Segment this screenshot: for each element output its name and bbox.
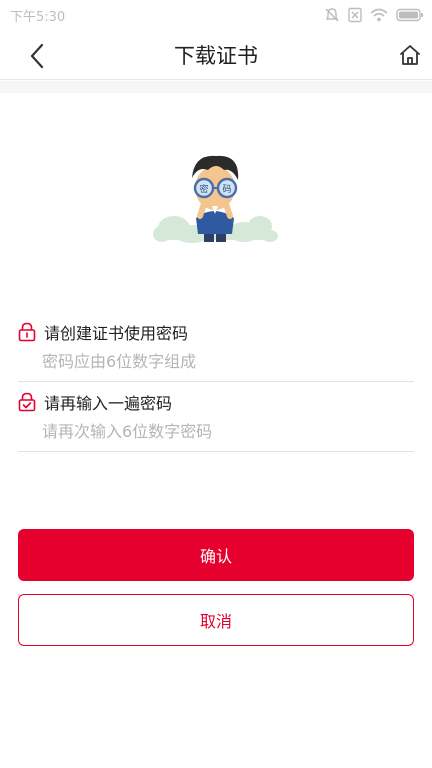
lens-left-text: 密 [199, 183, 208, 195]
password-form: 请创建证书使用密码 请再输入一遍密码 [18, 316, 414, 452]
nav-bar: 下载证书 [0, 30, 432, 80]
status-bar: 下午5:30 [0, 0, 432, 30]
back-button[interactable] [26, 42, 52, 70]
lock-check-icon [18, 392, 36, 412]
lens-right-text: 码 [222, 184, 231, 195]
battery-icon [396, 8, 423, 22]
password-input[interactable] [42, 348, 402, 374]
status-time: 下午5:30 [10, 9, 66, 25]
wifi-icon [370, 8, 388, 22]
chevron-left-icon [30, 43, 44, 69]
password-field: 请创建证书使用密码 [18, 316, 414, 382]
header-divider-strip [0, 81, 432, 93]
cancel-button[interactable]: 取消 [18, 594, 414, 646]
password-illustration: 密 码 [153, 155, 278, 243]
password-label: 请创建证书使用密码 [44, 324, 189, 343]
confirm-password-input[interactable] [42, 418, 402, 444]
lock-icon [18, 322, 36, 342]
home-icon [400, 45, 420, 65]
confirm-password-label: 请再输入一遍密码 [44, 394, 173, 413]
silent-icon [325, 8, 339, 22]
status-icons [324, 7, 424, 23]
confirm-password-field: 请再输入一遍密码 [18, 386, 414, 452]
no-sim-icon [348, 7, 362, 23]
home-button[interactable] [398, 43, 422, 67]
confirm-button[interactable]: 确认 [18, 529, 414, 581]
page-title: 下载证书 [174, 43, 258, 68]
